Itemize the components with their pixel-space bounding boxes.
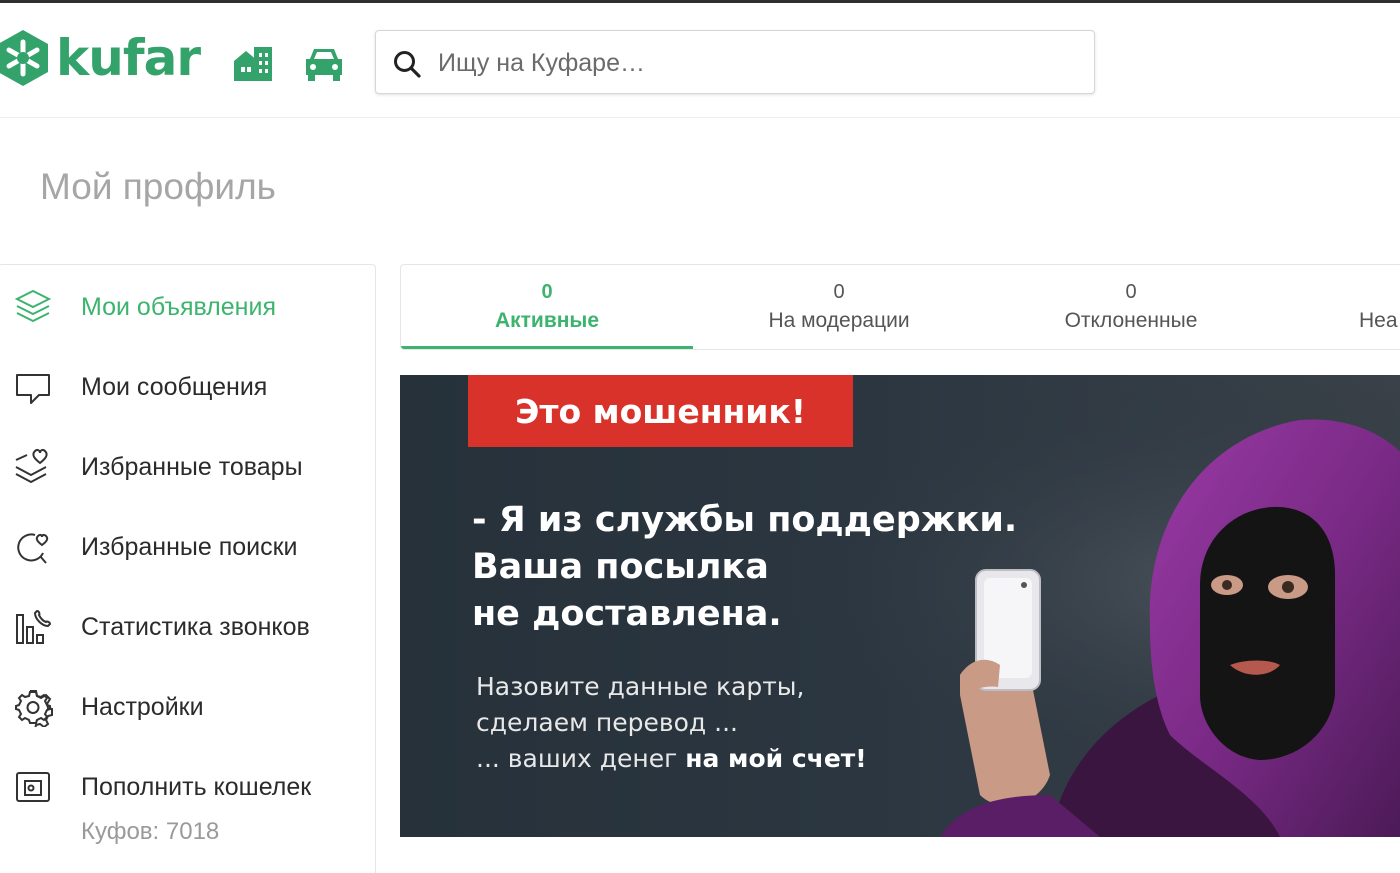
sidebar-item-favorite-items[interactable]: Избранные товары xyxy=(0,437,375,497)
sidebar-item-label: Мои сообщения xyxy=(81,372,268,401)
tab-label: На модерации xyxy=(768,309,910,332)
subtext-bold: на мой счет! xyxy=(685,744,867,773)
subtext-plain: ... ваших денег xyxy=(476,744,686,773)
search-input[interactable] xyxy=(438,41,1078,85)
warning-text: Это мошенник! xyxy=(515,391,806,431)
tab-count: 0 xyxy=(833,281,845,303)
banner-headline: - Я из службы поддержки. Ваша посылка не… xyxy=(472,497,1017,638)
ads-status-tabs: 0 Активные 0 На модерации 0 Отклоненные … xyxy=(400,264,1400,350)
headline-line: не доставлена. xyxy=(472,594,782,634)
site-header: kufar xyxy=(0,3,1400,118)
kufar-logo-icon xyxy=(0,30,48,86)
tab-inactive[interactable]: Неа xyxy=(1277,265,1400,349)
tab-label: Активные xyxy=(494,309,600,332)
subtext-line: ... ваших денег на мой счет! xyxy=(476,741,867,777)
kufar-logo[interactable]: kufar xyxy=(0,27,201,89)
wallet-icon xyxy=(16,772,50,802)
tab-active-indicator xyxy=(401,346,693,349)
tab-label: Неа xyxy=(1359,309,1398,332)
favorite-search-icon xyxy=(17,533,49,564)
sidebar-item-favorite-searches[interactable]: Избранные поиски xyxy=(0,517,375,577)
sidebar-item-my-ads[interactable]: Мои объявления xyxy=(0,277,375,337)
tab-rejected[interactable]: 0 Отклоненные xyxy=(985,265,1277,349)
sidebar-item-topup-wallet[interactable]: Пополнить кошелек xyxy=(0,757,375,817)
scam-warning-banner: Это мошенник! - Я из службы поддержки. В… xyxy=(400,375,1400,837)
tab-count: 0 xyxy=(1125,281,1137,303)
sidebar-item-label: Пополнить кошелек xyxy=(81,772,312,801)
subtext-line: Назовите данные карты, xyxy=(476,672,805,701)
realty-icon[interactable] xyxy=(232,43,276,83)
warning-label: Это мошенник! xyxy=(468,375,853,447)
profile-sidebar: Мои объявления Мои сообщения Избранные т… xyxy=(0,264,376,873)
logo-wordmark: kufar xyxy=(56,29,201,87)
chat-bubble-icon xyxy=(16,374,50,404)
gear-icon xyxy=(15,690,53,727)
search-icon[interactable] xyxy=(392,49,422,79)
subtext-line: сделаем перевод ... xyxy=(476,708,738,737)
sidebar-item-call-stats[interactable]: Статистика звонков xyxy=(0,597,375,657)
sidebar-item-label: Мои объявления xyxy=(81,292,276,321)
car-icon[interactable] xyxy=(302,43,346,83)
tab-count: 0 xyxy=(541,281,553,303)
page-title: Мой профиль xyxy=(40,166,276,207)
sidebar-item-label: Избранные поиски xyxy=(81,532,298,561)
banner-subtext: Назовите данные карты, сделаем перевод .… xyxy=(476,669,867,777)
sidebar-item-messages[interactable]: Мои сообщения xyxy=(0,357,375,417)
sidebar-item-label: Статистика звонков xyxy=(81,612,310,641)
sidebar-item-settings[interactable]: Настройки xyxy=(0,677,375,737)
headline-line: Ваша посылка xyxy=(472,547,769,587)
layers-icon xyxy=(14,289,52,323)
tab-active[interactable]: 0 Активные xyxy=(401,265,693,349)
sidebar-item-label: Избранные товары xyxy=(81,452,303,481)
sidebar-item-label: Настройки xyxy=(81,692,204,721)
search-bar[interactable] xyxy=(375,30,1095,94)
tab-label: Отклоненные xyxy=(1064,309,1198,332)
favorite-items-icon xyxy=(15,448,48,484)
tab-moderation[interactable]: 0 На модерации xyxy=(693,265,985,349)
wallet-balance: Куфов: 7018 xyxy=(81,818,220,845)
call-stats-icon xyxy=(16,609,52,644)
headline-line: - Я из службы поддержки. xyxy=(472,500,1018,540)
